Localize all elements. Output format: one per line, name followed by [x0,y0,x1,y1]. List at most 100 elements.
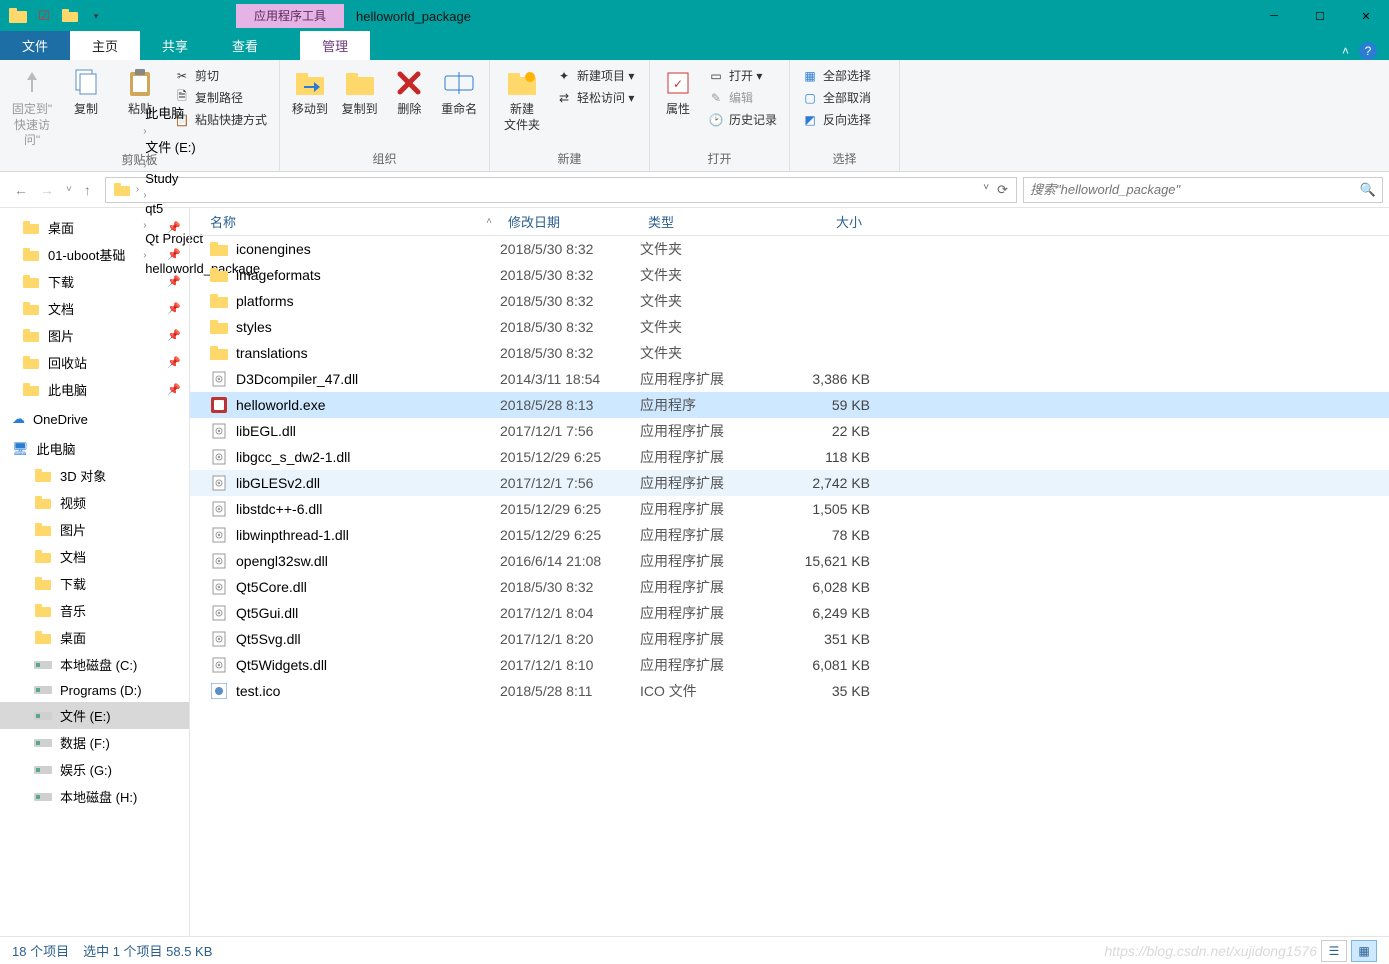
file-row[interactable]: iconengines2018/5/30 8:32文件夹 [190,236,1389,262]
file-size: 6,028 KB [780,579,870,595]
navigation-pane[interactable]: 桌面📌01-uboot基础📌下载📌文档📌图片📌回收站📌此电脑📌 ☁OneDriv… [0,208,190,936]
maximize-button[interactable]: ☐ [1297,0,1343,32]
edit-button[interactable]: ✎编辑 [704,88,781,107]
file-row[interactable]: styles2018/5/30 8:32文件夹 [190,314,1389,340]
easy-access-button[interactable]: ⇄轻松访问 ▾ [552,88,638,107]
nav-quick-item[interactable]: 图片📌 [0,322,189,349]
delete-button[interactable]: 删除 [388,64,432,118]
search-input[interactable] [1030,182,1360,197]
view-large-button[interactable]: ▦ [1351,940,1377,962]
nav-thispc-item[interactable]: 视频 [0,489,189,516]
forward-button[interactable]: → [40,182,54,198]
nav-thispc-item[interactable]: 桌面 [0,624,189,651]
nav-quick-item[interactable]: 下载📌 [0,268,189,295]
rename-button[interactable]: 重命名 [437,64,481,118]
file-icon [210,682,228,700]
file-row[interactable]: Qt5Gui.dll2017/12/1 8:04应用程序扩展6,249 KB [190,600,1389,626]
col-name[interactable]: 名称˄ [190,212,500,231]
invert-selection-button[interactable]: ◩反向选择 [798,110,875,129]
file-type: 应用程序扩展 [640,447,780,467]
refresh-button[interactable]: ⟳ [997,182,1008,198]
file-row[interactable]: Qt5Core.dll2018/5/30 8:32应用程序扩展6,028 KB [190,574,1389,600]
nav-thispc-item[interactable]: 音乐 [0,597,189,624]
cut-button[interactable]: ✂剪切 [170,66,271,85]
file-row[interactable]: libEGL.dll2017/12/1 7:56应用程序扩展22 KB [190,418,1389,444]
help-icon[interactable]: ? [1359,42,1377,60]
qat-checkbox-icon[interactable]: ☑ [34,6,54,26]
nav-thispc-item[interactable]: 本地磁盘 (H:) [0,783,189,810]
nav-quick-item[interactable]: 文档📌 [0,295,189,322]
copy-to-button[interactable]: 复制到 [338,64,382,118]
search-icon[interactable]: 🔍 [1360,182,1376,198]
search-box[interactable]: 🔍 [1023,177,1383,203]
tab-home[interactable]: 主页 [70,31,140,60]
up-button[interactable]: ↑ [84,182,91,198]
thispc-node[interactable]: 🖥此电脑 [0,431,189,462]
pin-icon: 📌 [167,356,181,369]
nav-thispc-item[interactable]: 本地磁盘 (C:) [0,651,189,678]
file-row[interactable]: platforms2018/5/30 8:32文件夹 [190,288,1389,314]
file-row[interactable]: test.ico2018/5/28 8:11ICO 文件35 KB [190,678,1389,704]
tab-view[interactable]: 查看 [210,31,280,60]
file-row[interactable]: Qt5Widgets.dll2017/12/1 8:10应用程序扩展6,081 … [190,652,1389,678]
file-type: 应用程序扩展 [640,525,780,545]
nav-thispc-item[interactable]: 数据 (F:) [0,729,189,756]
nav-thispc-item[interactable]: 3D 对象 [0,462,189,489]
breadcrumb-root-icon[interactable] [110,183,134,197]
breadcrumb-segment[interactable]: 此电脑 [141,103,264,122]
tab-file[interactable]: 文件 [0,31,70,60]
onedrive-node[interactable]: ☁OneDrive [0,403,189,431]
tab-share[interactable]: 共享 [140,31,210,60]
back-button[interactable]: ← [14,182,28,198]
open-button[interactable]: ▭打开 ▾ [704,66,781,85]
view-details-button[interactable]: ☰ [1321,940,1347,962]
nav-thispc-item[interactable]: 图片 [0,516,189,543]
file-row[interactable]: imageformats2018/5/30 8:32文件夹 [190,262,1389,288]
nav-thispc-item[interactable]: 文件 (E:) [0,702,189,729]
nav-quick-item[interactable]: 01-uboot基础📌 [0,241,189,268]
minimize-button[interactable]: ─ [1251,0,1297,32]
file-row[interactable]: libGLESv2.dll2017/12/1 7:56应用程序扩展2,742 K… [190,470,1389,496]
nav-quick-item[interactable]: 回收站📌 [0,349,189,376]
history-button[interactable]: 🕑历史记录 [704,110,781,129]
tab-manage[interactable]: 管理 [300,31,370,60]
recent-dropdown[interactable]: ˅ [66,184,72,195]
file-row[interactable]: libstdc++-6.dll2015/12/29 6:25应用程序扩展1,50… [190,496,1389,522]
move-to-button[interactable]: 移动到 [288,64,332,118]
nav-thispc-item[interactable]: 娱乐 (G:) [0,756,189,783]
file-row[interactable]: opengl32sw.dll2016/6/14 21:08应用程序扩展15,62… [190,548,1389,574]
nav-thispc-item[interactable]: 文档 [0,543,189,570]
breadcrumb-segment[interactable]: Study [141,171,264,186]
file-list[interactable]: iconengines2018/5/30 8:32文件夹imageformats… [190,236,1389,936]
file-size: 22 KB [780,423,870,439]
copy-button[interactable]: 复制 [62,64,110,118]
collapse-ribbon-icon[interactable]: ˄ [1342,44,1349,58]
nav-quick-item[interactable]: 桌面📌 [0,214,189,241]
nav-quick-item[interactable]: 此电脑📌 [0,376,189,403]
qat-folder-icon[interactable] [60,6,80,26]
select-all-button[interactable]: ▦全部选择 [798,66,875,85]
pin-quickaccess-button[interactable]: 固定到" 快速访问" [8,64,56,149]
new-item-button[interactable]: ✦新建项目 ▾ [552,66,638,85]
col-type[interactable]: 类型 [640,212,780,231]
col-date[interactable]: 修改日期 [500,212,640,231]
properties-button[interactable]: ✓ 属性 [658,64,698,118]
nav-thispc-item[interactable]: 下载 [0,570,189,597]
close-button[interactable]: ✕ [1343,0,1389,32]
address-dropdown-icon[interactable]: ˅ [983,182,989,198]
select-none-button[interactable]: ▢全部取消 [798,88,875,107]
file-row[interactable]: libwinpthread-1.dll2015/12/29 6:25应用程序扩展… [190,522,1389,548]
copy-icon [69,66,103,100]
file-row[interactable]: helloworld.exe2018/5/28 8:13应用程序59 KB [190,392,1389,418]
address-bar[interactable]: › 此电脑›文件 (E:)›Study›qt5›Qt Project›hello… [105,177,1017,203]
file-row[interactable]: translations2018/5/30 8:32文件夹 [190,340,1389,366]
col-size[interactable]: 大小 [780,212,870,231]
nav-thispc-item[interactable]: Programs (D:) [0,678,189,702]
file-row[interactable]: libgcc_s_dw2-1.dll2015/12/29 6:25应用程序扩展1… [190,444,1389,470]
file-row[interactable]: D3Dcompiler_47.dll2014/3/11 18:54应用程序扩展3… [190,366,1389,392]
file-name: libEGL.dll [236,423,296,439]
file-row[interactable]: Qt5Svg.dll2017/12/1 8:20应用程序扩展351 KB [190,626,1389,652]
breadcrumb-segment[interactable]: 文件 (E:) [141,137,264,156]
new-folder-button[interactable]: 新建 文件夹 [498,64,546,133]
qat-dropdown-icon[interactable]: ▾ [86,6,106,26]
